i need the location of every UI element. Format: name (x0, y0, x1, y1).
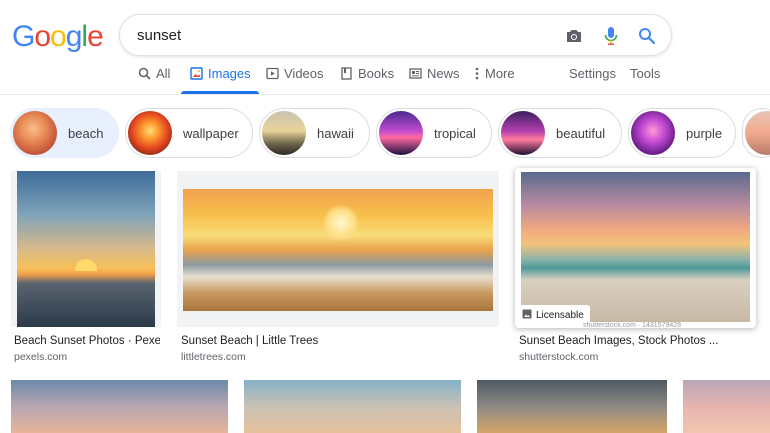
chip-thumbnail (379, 111, 423, 155)
result-image[interactable] (683, 380, 770, 433)
chip-thumbnail (128, 111, 172, 155)
chip-thumbnail (501, 111, 545, 155)
chip-thumbnail (262, 111, 306, 155)
chip-label: tropical (434, 125, 476, 141)
tab-more[interactable]: More (474, 66, 515, 92)
result-image[interactable] (244, 380, 461, 433)
result-source[interactable]: shutterstock.com (519, 351, 598, 363)
result-image-photo (17, 171, 155, 327)
result-image[interactable] (11, 171, 161, 327)
play-icon (265, 66, 279, 80)
result-title[interactable]: Beach Sunset Photos · Pexe... (14, 335, 160, 347)
chip-label: purple (686, 125, 723, 141)
result-image[interactable] (477, 380, 667, 433)
chip-label: wallpaper (183, 125, 239, 141)
chip-thumbnail (745, 111, 770, 155)
chip-hawaii[interactable]: hawaii (259, 108, 370, 158)
tab-label: News (427, 66, 460, 81)
chip-tropical[interactable]: tropical (376, 108, 492, 158)
watermark-text: shutterstock.com · 1431579428 (583, 322, 682, 329)
chip-thumbnail (13, 111, 57, 155)
search-tabs: All Images Videos Books News More Settin… (0, 62, 770, 94)
search-icon (137, 66, 151, 80)
more-vertical-icon (474, 66, 480, 80)
chip-label: hawaii (317, 125, 354, 141)
tab-label: All (156, 66, 171, 81)
result-source[interactable]: littletrees.com (181, 351, 246, 363)
google-logo[interactable]: Google (12, 20, 104, 54)
chip-purple[interactable]: purple (628, 108, 736, 158)
result-image-photo (521, 172, 750, 322)
search-input[interactable]: sunset (137, 27, 181, 44)
chip-thumbnail (631, 111, 675, 155)
search-icon[interactable] (636, 25, 658, 47)
chip-beautiful[interactable]: beautiful (498, 108, 622, 158)
result-source[interactable]: pexels.com (14, 351, 67, 363)
result-title[interactable]: Sunset Beach Images, Stock Photos ... (519, 335, 749, 347)
microphone-icon[interactable] (600, 25, 622, 47)
result-image[interactable] (11, 380, 228, 433)
chip-wallpaper[interactable]: wallpaper (125, 108, 253, 158)
chip-label: beach (68, 125, 104, 141)
logo-letter: g (65, 20, 83, 53)
tab-all[interactable]: All (137, 66, 170, 92)
camera-icon[interactable] (563, 25, 585, 47)
search-box[interactable]: sunset (119, 14, 672, 56)
logo-letter: G (12, 20, 35, 53)
logo-letter: o (34, 20, 51, 53)
result-title[interactable]: Sunset Beach | Little Trees (181, 335, 481, 347)
licensable-badge: Licensable (517, 305, 590, 326)
image-icon (522, 309, 532, 322)
tab-books[interactable]: Books (339, 66, 394, 92)
settings-link[interactable]: Settings (569, 66, 616, 92)
chip-beach[interactable]: beach (10, 108, 119, 158)
image-icon (189, 66, 203, 80)
logo-letter: o (50, 20, 67, 53)
tab-label: More (485, 66, 515, 81)
tab-images[interactable]: Images (181, 66, 259, 94)
header-divider (0, 94, 770, 95)
tab-label: Images (208, 66, 251, 81)
badge-label: Licensable (536, 310, 584, 321)
chip-label: beautiful (556, 125, 606, 141)
result-image[interactable] (515, 168, 756, 328)
result-image-photo (183, 189, 493, 311)
tab-news[interactable]: News (408, 66, 460, 92)
logo-letter: e (87, 20, 104, 53)
chip-partial[interactable] (742, 108, 770, 158)
book-icon (339, 66, 353, 80)
tab-videos[interactable]: Videos (265, 66, 324, 92)
tab-label: Videos (284, 66, 324, 81)
tab-label: Books (358, 66, 395, 81)
news-icon (408, 66, 422, 80)
tools-link[interactable]: Tools (630, 66, 660, 92)
result-image[interactable] (177, 171, 499, 327)
